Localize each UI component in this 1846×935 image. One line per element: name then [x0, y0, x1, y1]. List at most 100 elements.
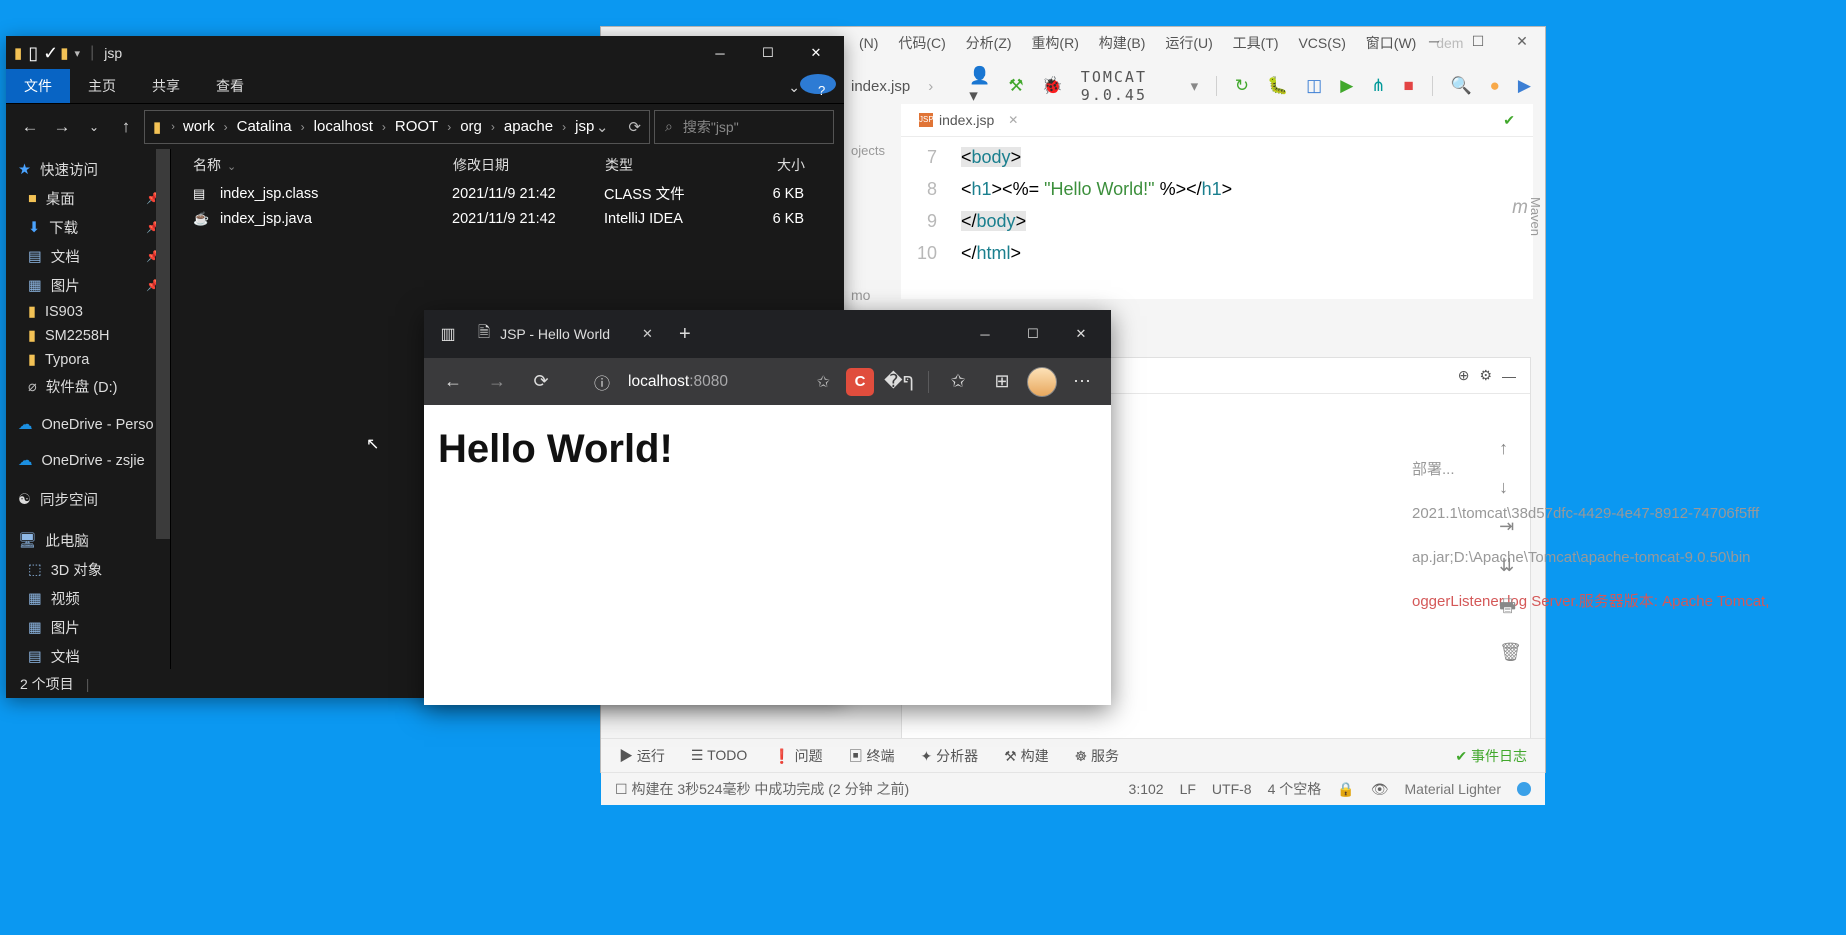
reload-button[interactable]: ⟳ — [522, 363, 560, 401]
run-config-selector[interactable]: TOMCAT 9.0.45 — [1081, 68, 1173, 104]
minimize-button[interactable]: ─ — [961, 314, 1009, 354]
close-tab-icon[interactable]: ✕ — [642, 326, 653, 342]
sidebar-item[interactable]: ▦图片 — [6, 613, 170, 642]
menu-item[interactable]: 窗口(W) — [1366, 35, 1417, 51]
extension-c-icon[interactable]: C — [846, 368, 874, 396]
menu-button[interactable]: ⋯ — [1063, 363, 1101, 401]
close-button[interactable]: ✕ — [792, 37, 840, 69]
tool-run[interactable]: ▶ 运行 — [619, 746, 665, 766]
sidebar-item[interactable]: ☁OneDrive - zsjie — [6, 449, 170, 473]
nav-back-button[interactable]: ← — [16, 117, 44, 137]
scrollbar[interactable] — [156, 149, 170, 539]
nav-forward-button[interactable]: → — [48, 117, 76, 137]
stop-button[interactable]: ■ — [1404, 76, 1414, 96]
nav-forward-button[interactable]: → — [478, 363, 516, 401]
extensions-icon[interactable]: �ףּ — [880, 363, 918, 401]
minimize-button[interactable]: ─ — [696, 37, 744, 69]
dropdown-icon[interactable]: ▾ — [75, 47, 81, 60]
sidebar-item[interactable]: ★快速访问 — [6, 155, 170, 184]
menu-item[interactable]: 构建(B) — [1099, 35, 1146, 51]
indent-setting[interactable]: 4 个空格 — [1268, 779, 1322, 799]
address-bar[interactable]: ⓘ localhost:8080 ✩ — [566, 365, 840, 399]
ribbon-file-tab[interactable]: 文件 — [6, 69, 70, 103]
sidebar-item[interactable]: 🖥此电脑 — [6, 526, 170, 555]
sidebar-item[interactable]: ⬇下载📌 — [6, 213, 170, 242]
path-segment[interactable]: apache — [504, 118, 553, 135]
theme-label[interactable]: Material Lighter — [1405, 781, 1502, 797]
nav-back-button[interactable]: ← — [434, 363, 472, 401]
code-editor[interactable]: 7<body>8<h1><%= "Hello World!" %></h1>9<… — [901, 137, 1533, 269]
ide-close-button[interactable]: ✕ — [1507, 31, 1537, 51]
scroll-end-icon[interactable]: ⇊ — [1499, 555, 1522, 576]
sidebar-item[interactable]: ⌀软件盘 (D:) — [6, 372, 170, 401]
minimize-panel-icon[interactable]: — — [1502, 368, 1516, 384]
gear-icon[interactable]: ⚙ — [1479, 367, 1492, 384]
menu-item[interactable]: 重构(R) — [1031, 35, 1078, 51]
menu-item[interactable]: 代码(C) — [898, 35, 945, 51]
print-icon[interactable]: 🖶 — [1499, 594, 1522, 624]
maximize-button[interactable]: ☐ — [744, 37, 792, 69]
debug-button[interactable]: 🐛 — [1267, 76, 1288, 96]
path-segment[interactable]: Catalina — [237, 118, 292, 135]
profile-avatar[interactable] — [1027, 367, 1057, 397]
maximize-button[interactable]: ☐ — [1009, 314, 1057, 354]
tool-profiler[interactable]: ✦ 分析器 — [921, 746, 979, 766]
column-headers[interactable]: 名称⌄ 修改日期 类型 大小 — [171, 149, 844, 181]
sidebar-item[interactable]: ▮SM2258H — [6, 324, 170, 348]
quick-access-toolbar[interactable]: ▯ ✓ — [28, 43, 58, 64]
user-icon[interactable]: 👤▾ — [969, 66, 990, 106]
sidebar-item[interactable]: ▮IS903 — [6, 300, 170, 324]
coverage-icon[interactable]: ◫ — [1306, 76, 1322, 96]
sidebar-item[interactable]: ▦视频 — [6, 584, 170, 613]
menu-item[interactable]: VCS(S) — [1298, 35, 1345, 51]
sidebar-item[interactable]: ▦图片📌 — [6, 271, 170, 300]
run-anything-icon[interactable]: ▶ — [1518, 76, 1531, 96]
ide-settings-icon[interactable]: ● — [1490, 76, 1500, 96]
lock-icon[interactable]: 🔒 — [1337, 781, 1354, 798]
tool-todo[interactable]: ☰ TODO — [691, 747, 747, 764]
favorites-icon[interactable]: ✩ — [939, 363, 977, 401]
ribbon-view-tab[interactable]: 查看 — [198, 69, 262, 103]
close-tab-icon[interactable]: ✕ — [1008, 113, 1018, 127]
sidebar-item[interactable]: ☯同步空间 — [6, 485, 170, 514]
inspection-icon[interactable]: 👁 — [1371, 781, 1389, 798]
path-segment[interactable]: ROOT — [395, 118, 438, 135]
sidebar-item[interactable]: ▤文档 — [6, 642, 170, 669]
sidebar-item[interactable]: ▤文档📌 — [6, 242, 170, 271]
caret-position[interactable]: 3:102 — [1129, 781, 1164, 797]
close-button[interactable]: ✕ — [1057, 314, 1105, 354]
soft-wrap-icon[interactable]: ⇥ — [1499, 516, 1522, 537]
scroll-up-icon[interactable]: ↑ — [1499, 438, 1522, 459]
sidebar-item[interactable]: ▮Typora — [6, 348, 170, 372]
attach-icon[interactable]: ⋔ — [1371, 76, 1385, 96]
explorer-title-bar[interactable]: ▮ ▯ ✓ ▮ ▾ | jsp ─ ☐ ✕ — [6, 36, 844, 70]
search-box[interactable]: ⌕ 搜索"jsp" — [654, 110, 834, 144]
nav-up-button[interactable]: ↑ — [112, 117, 140, 137]
file-encoding[interactable]: UTF-8 — [1212, 781, 1252, 797]
bug-icon[interactable]: 🐞 — [1042, 76, 1063, 96]
file-row[interactable]: ▤index_jsp.class2021/11/9 21:42CLASS 文件6… — [171, 181, 844, 206]
menu-item[interactable]: 分析(Z) — [966, 35, 1012, 51]
sidebar-item[interactable]: ⬚3D 对象 — [6, 555, 170, 584]
menu-item[interactable]: 运行(U) — [1165, 35, 1212, 51]
ide-maximize-button[interactable]: ☐ — [1463, 31, 1493, 51]
refresh-icon[interactable]: ⟳ — [628, 118, 641, 136]
trash-icon[interactable]: 🗑 — [1499, 642, 1522, 663]
path-segment[interactable]: jsp — [575, 118, 594, 135]
ide-minimize-button[interactable]: ─ — [1419, 31, 1449, 51]
menu-item[interactable]: (N) — [859, 35, 878, 51]
help-icon[interactable]: ? — [800, 74, 836, 94]
sidebar-item[interactable]: ☁OneDrive - Perso — [6, 413, 170, 437]
run-button[interactable]: ↻ — [1235, 76, 1249, 96]
menu-item[interactable]: 工具(T) — [1233, 35, 1279, 51]
collections-icon[interactable]: ⊞ — [983, 363, 1021, 401]
editor-tab[interactable]: JSP index.jsp ✕ ✔ — [901, 104, 1533, 137]
navigation-pane[interactable]: ★快速访问■桌面📌⬇下载📌▤文档📌▦图片📌▮IS903▮SM2258H▮Typo… — [6, 149, 171, 669]
file-row[interactable]: ☕index_jsp.java2021/11/9 21:42IntelliJ I… — [171, 206, 844, 231]
maven-tool-button[interactable]: Maven — [1512, 197, 1543, 236]
ribbon-share-tab[interactable]: 共享 — [134, 69, 198, 103]
path-segment[interactable]: work — [183, 118, 215, 135]
line-separator[interactable]: LF — [1180, 781, 1196, 797]
path-segment[interactable]: org — [460, 118, 482, 135]
tool-problems[interactable]: ❗ 问题 — [773, 746, 822, 766]
